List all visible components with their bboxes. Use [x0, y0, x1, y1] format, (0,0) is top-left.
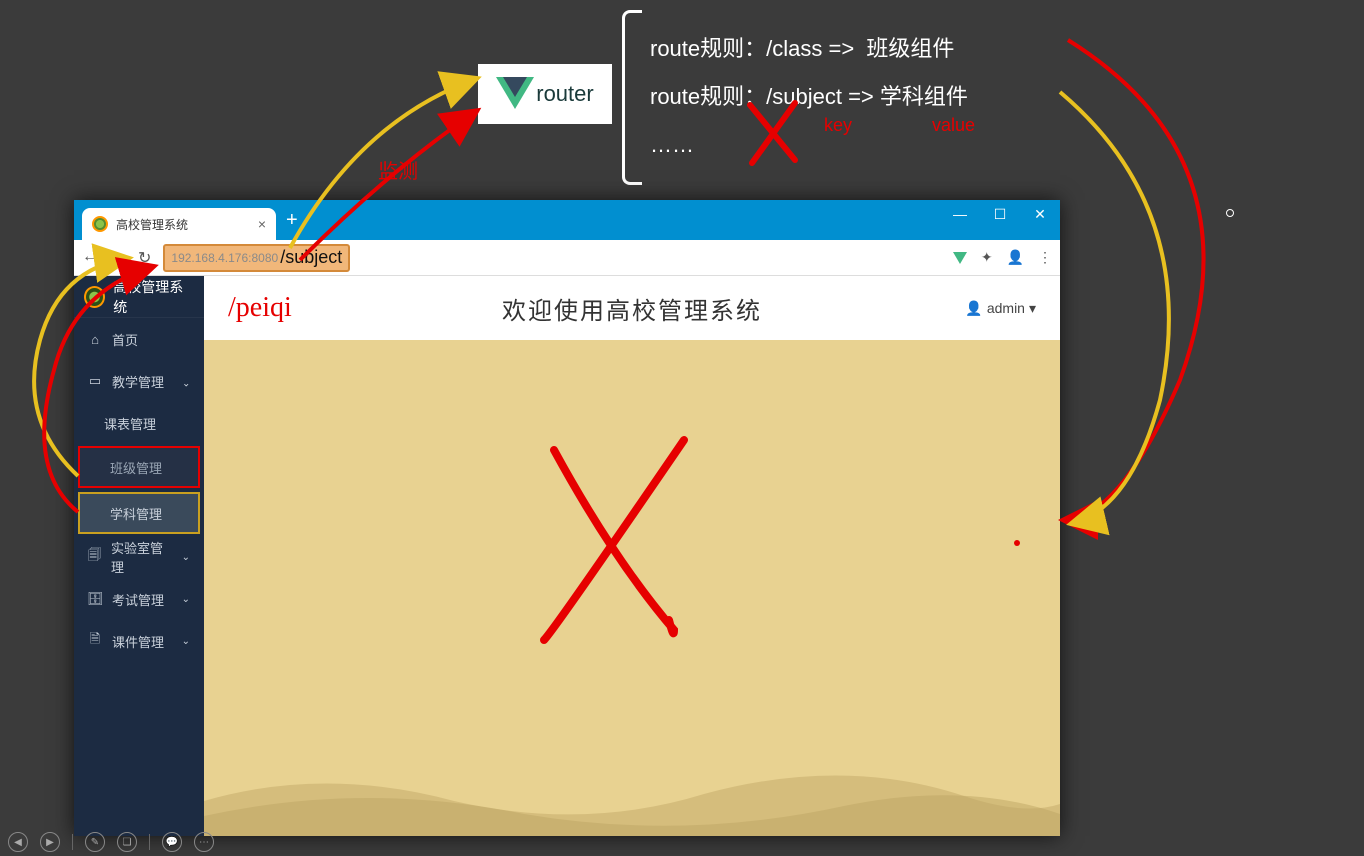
sidebar-item-label: 课表管理: [104, 414, 156, 433]
browser-window: 高校管理系统 × + — ☐ ✕ ← → ↻ 192.168.4.176:808…: [74, 200, 1060, 836]
more-button[interactable]: ⋯: [194, 832, 214, 852]
chevron-up-icon: ⌃: [182, 376, 190, 387]
prev-button[interactable]: ◀: [8, 832, 28, 852]
sidebar-item-exam[interactable]: 🗄 考试管理 ⌄: [74, 578, 204, 620]
sidebar-item-label: 实验室管理: [111, 538, 172, 576]
maximize-button[interactable]: ☐: [980, 200, 1020, 228]
chevron-down-icon: ▾: [1029, 300, 1036, 317]
sidebar-item-courseware[interactable]: 🗎 课件管理 ⌄: [74, 620, 204, 662]
x-mark-icon: [524, 420, 724, 660]
hills-decoration: [204, 746, 1060, 836]
brand-icon: [84, 286, 105, 308]
lab-icon: 🗐: [88, 546, 101, 568]
briefcase-icon: 🗄: [88, 591, 102, 607]
tab-title: 高校管理系统: [116, 216, 188, 233]
record-icon: [1226, 209, 1234, 217]
sidebar-item-label: 课件管理: [112, 632, 164, 651]
copy-button[interactable]: ❏: [117, 832, 137, 852]
menu-icon[interactable]: ⋮: [1038, 249, 1052, 266]
page-title: 欢迎使用高校管理系统: [502, 291, 762, 326]
sidebar-item-class[interactable]: 班级管理: [78, 446, 200, 488]
user-menu[interactable]: 👤 admin ▾: [965, 300, 1036, 317]
comment-button[interactable]: 💬: [162, 832, 182, 852]
back-button[interactable]: ←: [82, 248, 98, 268]
forward-button[interactable]: →: [110, 248, 126, 268]
profile-icon[interactable]: 👤: [1007, 249, 1024, 266]
monitor-icon: ▭: [88, 373, 102, 389]
reload-button[interactable]: ↻: [138, 248, 151, 268]
sidebar-item-label: 考试管理: [112, 590, 164, 609]
play-button[interactable]: ▶: [40, 832, 60, 852]
browser-tab[interactable]: 高校管理系统 ×: [82, 208, 276, 240]
sidebar-item-schedule[interactable]: 课表管理: [74, 402, 204, 444]
chevron-down-icon: ⌄: [182, 552, 190, 563]
bracket-icon: [622, 10, 642, 185]
app-content: 高校管理系统 ⌂ 首页 ▭ 教学管理 ⌃ 课表管理 班级管理 学科管理 🗐: [74, 276, 1060, 836]
route-rules: route规则：/class => 班级组件 route规则：/subject …: [650, 25, 968, 169]
brand: 高校管理系统: [74, 276, 204, 318]
close-icon[interactable]: ×: [258, 216, 266, 232]
minimize-button[interactable]: —: [940, 200, 980, 228]
sidebar-item-subject[interactable]: 学科管理: [78, 492, 200, 534]
red-dot-icon: [1014, 540, 1020, 546]
kv-labels: key value: [824, 115, 975, 136]
content-body: [204, 340, 1060, 836]
monitor-label: 监测: [378, 155, 418, 184]
sidebar-item-lab[interactable]: 🗐 实验室管理 ⌄: [74, 536, 204, 578]
favicon-icon: [92, 216, 108, 232]
new-tab-button[interactable]: +: [276, 209, 308, 232]
sidebar-item-label: 教学管理: [112, 372, 164, 391]
sidebar: 高校管理系统 ⌂ 首页 ▭ 教学管理 ⌃ 课表管理 班级管理 学科管理 🗐: [74, 276, 204, 836]
player-controls: ◀ ▶ ✎ ❏ 💬 ⋯: [0, 828, 222, 856]
user-name: admin: [987, 300, 1025, 316]
vue-devtools-icon[interactable]: [953, 252, 967, 264]
chevron-down-icon: ⌄: [182, 594, 190, 605]
extension-icon[interactable]: ✦: [981, 249, 993, 266]
main-content: /peiqi 欢迎使用高校管理系统 👤 admin ▾: [204, 276, 1060, 836]
route-rule: route规则：/subject => 学科组件: [650, 73, 968, 121]
chevron-down-icon: ⌄: [182, 636, 190, 647]
user-icon: 👤: [965, 300, 982, 317]
url-host: 192.168.4.176:8080: [171, 251, 278, 265]
router-label: router: [536, 81, 593, 107]
pen-button[interactable]: ✎: [85, 832, 105, 852]
sidebar-item-teach[interactable]: ▭ 教学管理 ⌃: [74, 360, 204, 402]
key-label: key: [824, 115, 852, 136]
sidebar-item-label: 首页: [112, 330, 138, 349]
browser-titlebar: 高校管理系统 × + — ☐ ✕: [74, 200, 1060, 240]
annotation-path: /peiqi: [228, 292, 292, 324]
sidebar-item-label: 班级管理: [110, 458, 162, 477]
sidebar-item-label: 学科管理: [110, 504, 162, 523]
brand-title: 高校管理系统: [113, 277, 194, 317]
value-label: value: [932, 115, 975, 136]
close-button[interactable]: ✕: [1020, 200, 1060, 228]
dashboard-icon: ⌂: [88, 332, 102, 347]
url-path: /subject: [280, 247, 342, 268]
sidebar-item-home[interactable]: ⌂ 首页: [74, 318, 204, 360]
content-header: /peiqi 欢迎使用高校管理系统 👤 admin ▾: [204, 276, 1060, 340]
document-icon: 🗎: [88, 630, 102, 652]
url-input[interactable]: 192.168.4.176:8080 /subject: [163, 244, 350, 272]
vue-logo-icon: [496, 77, 534, 111]
address-bar: ← → ↻ 192.168.4.176:8080 /subject ✦ 👤 ⋮: [74, 240, 1060, 276]
vue-router-box: router: [478, 64, 612, 124]
route-rule: route规则：/class => 班级组件: [650, 25, 968, 73]
